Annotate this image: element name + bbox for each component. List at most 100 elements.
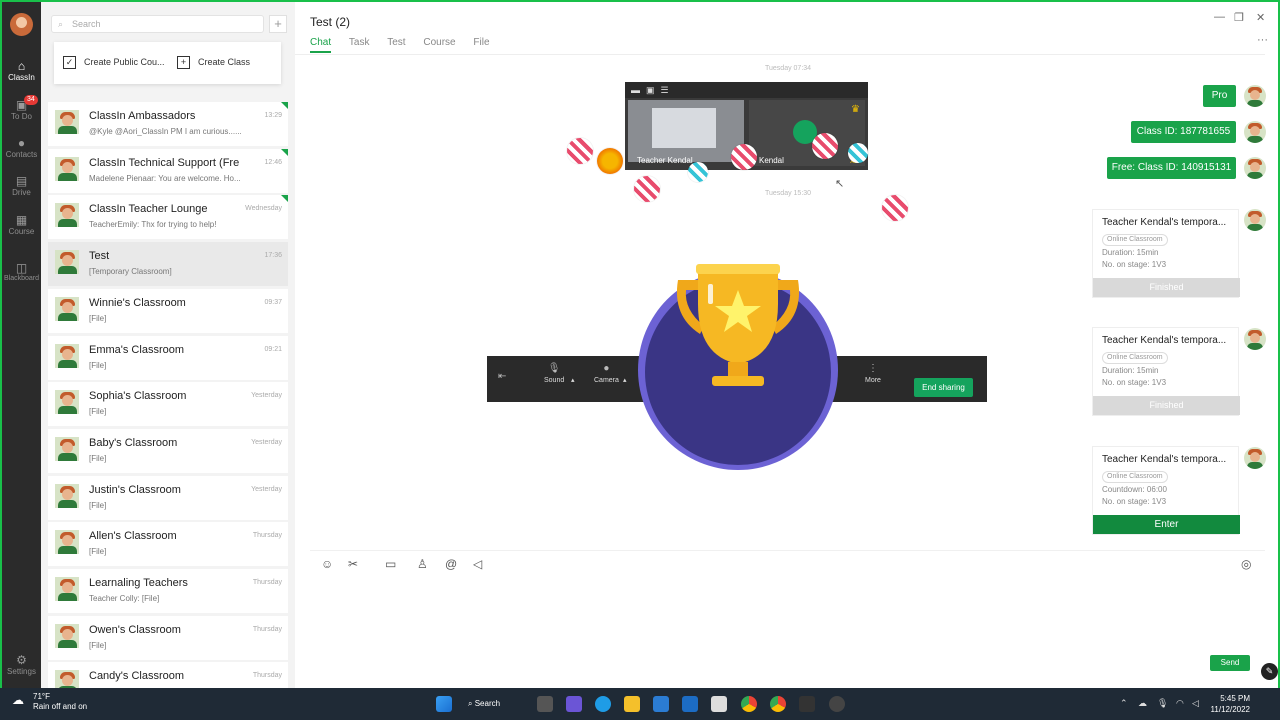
chat-time: 09:21 [264,345,282,353]
minimize-icon[interactable]: — [1214,11,1225,23]
rail-item-drive[interactable]: ▤ Drive [2,174,41,197]
avatar [55,250,79,275]
outlook-icon[interactable] [682,696,698,712]
collapse-button[interactable]: ⇤ [498,371,506,385]
create-public-course-button[interactable]: ✓ Create Public Cou... [63,56,165,69]
list-item[interactable]: Winnie's Classroom [File] 09:37 [48,288,288,333]
list-item[interactable]: Baby's Classroom [File] Yesterday [48,428,288,473]
create-class-button[interactable]: + Create Class [177,56,250,69]
list-item[interactable]: Learnaling Teachers Teacher Colly: [File]… [48,569,288,613]
camera-options-icon[interactable]: ▴ [623,376,627,384]
onedrive-icon[interactable]: ☁ [1138,698,1147,709]
file-explorer-icon[interactable] [624,696,640,712]
send-button[interactable]: Send [1210,655,1250,671]
list-item[interactable]: Candy's Classroom Thursday [48,662,288,688]
avatar [55,436,79,461]
folder-icon[interactable]: ▭ [385,557,396,571]
app-icon[interactable] [829,696,845,712]
add-button[interactable]: + [269,15,287,33]
list-item[interactable]: Justin's Classroom [File] Yesterday [48,475,288,520]
more-vertical-icon: ⋮ [867,363,878,374]
chat-title: Test (2) [310,15,351,29]
emoji-icon[interactable]: ☺ [321,557,333,571]
student-label: Kendal [759,156,784,165]
edge-icon[interactable] [595,696,611,712]
scissors-icon[interactable]: ✂ [348,557,358,571]
list-item[interactable]: ClassIn Teacher Lounge TeacherEmily: Thx … [48,195,288,240]
chevron-up-icon[interactable]: ⌃ [1120,698,1128,709]
speaker-icon[interactable]: ◁ [473,557,482,571]
teams-chat-icon[interactable] [566,696,582,712]
chat-preview: TeacherEmily: Thx for trying to help! [89,220,217,230]
more-button[interactable]: ⋮ More [865,363,881,384]
rail-item-todo[interactable]: ▣ 34 To Do [2,95,41,121]
weather-widget[interactable]: ☁ 71°F Rain off and on [12,692,87,712]
sound-button[interactable]: 🎙 Sound [544,363,564,384]
card-title: Teacher Kendal's tempora... [1102,454,1227,465]
mention-icon[interactable]: @ [445,557,457,571]
clock[interactable]: 5:45 PM 11/12/2022 [1206,693,1250,715]
class-card[interactable]: Teacher Kendal's tempora... Online Class… [1092,446,1240,535]
avatar [1244,328,1266,350]
enter-button[interactable]: Enter [1093,515,1240,534]
mail-icon[interactable] [653,696,669,712]
tab-file[interactable]: File [473,37,489,51]
list-item[interactable]: ClassIn Technical Support (Free v... Made… [48,148,288,193]
chrome-icon[interactable] [741,696,757,712]
pen-icon[interactable]: ✎ [1261,663,1278,680]
wifi-icon[interactable]: ◠ [1176,698,1184,709]
rail-item-contacts[interactable]: ● Contacts [2,136,41,159]
class-card[interactable]: Teacher Kendal's tempora... Online Class… [1092,327,1240,416]
task-view-icon[interactable] [537,696,553,712]
taskbar-search[interactable]: ⌕ Search [468,695,522,713]
calculator-icon[interactable] [711,696,727,712]
search-input[interactable]: ⌕ Search [51,15,264,33]
more-icon[interactable]: ··· [1257,34,1268,46]
volume-icon[interactable]: ◁ [1192,698,1199,709]
chat-time: Yesterday [251,485,282,493]
card-title: Teacher Kendal's tempora... [1102,335,1227,346]
list-item[interactable]: Sophia's Classroom [File] Yesterday [48,382,288,427]
tab-chat[interactable]: Chat [310,37,332,53]
restore-icon[interactable]: ❐ [1234,11,1244,24]
rail-item-course[interactable]: ▦ Course [2,213,41,236]
class-card[interactable]: Teacher Kendal's tempora... Online Class… [1092,209,1240,298]
windows-start-icon[interactable] [436,696,452,712]
card-stage: No. on stage: 1V3 [1102,378,1167,387]
search-icon: ⌕ [58,19,64,29]
chat-time: Thursday [252,579,282,586]
avatar [55,343,79,368]
user-avatar[interactable] [10,13,33,36]
avatar [55,670,79,688]
chrome-icon[interactable] [770,696,786,712]
sound-options-icon[interactable]: ▴ [571,376,575,384]
classin-app-icon[interactable] [799,696,815,712]
message-bubble: Free: Class ID: 140915131 [1107,157,1236,179]
list-item[interactable]: Emma's Classroom [File] 09:21 [48,335,288,380]
rail-item-classin[interactable]: ⌂ ClassIn [2,59,41,82]
close-icon[interactable]: ✕ [1256,11,1265,24]
chat-preview: [File] [89,407,107,417]
list-item[interactable]: ClassIn Ambassadors @Kyle @Aori_ClassIn P… [48,102,288,146]
finished-button: Finished [1093,396,1240,415]
avatar [55,390,79,415]
tab-course[interactable]: Course [423,37,455,51]
message-input-area[interactable]: ☺ ✂ ▭ ♙ @ ◁ ◎ [310,550,1265,678]
chat-preview: [File] [89,313,107,323]
tab-task[interactable]: Task [349,37,370,51]
video-window-controls[interactable]: ▬▣☰ [625,82,868,98]
list-item[interactable]: Owen's Classroom [File] Thursday [48,615,288,660]
end-sharing-button[interactable]: End sharing [914,378,973,397]
stamp-icon[interactable]: ♙ [417,557,428,571]
tab-test[interactable]: Test [387,37,405,51]
camera-button[interactable]: ● Camera [594,363,619,384]
avatar [1244,121,1266,143]
list-item[interactable]: Test [Temporary Classroom] 17:36 [48,242,288,287]
list-item[interactable]: Allen's Classroom [File] Thursday [48,522,288,567]
pin-flag-icon [281,102,288,109]
camera-icon[interactable]: ◎ [1241,557,1251,571]
rail-item-settings[interactable]: ⚙ Settings [2,653,41,676]
avatar [55,203,79,228]
rail-item-blackboard[interactable]: ◫ Blackboard [2,261,41,282]
microphone-icon[interactable]: 🎙 [1157,698,1168,709]
